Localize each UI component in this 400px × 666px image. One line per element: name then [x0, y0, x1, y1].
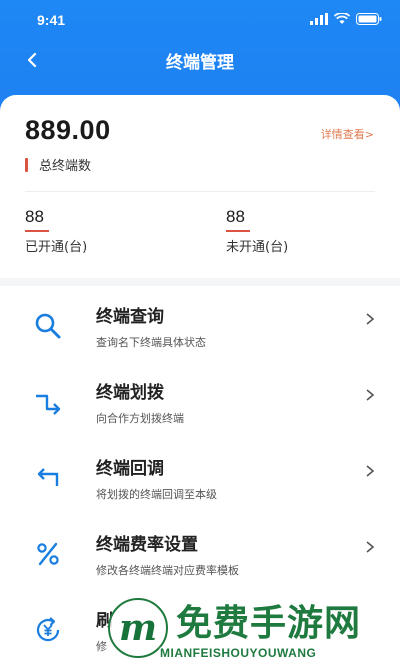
menu-item-rate-settings[interactable]: 终端费率设置 修改各终端终端对应费率模板 [0, 514, 400, 590]
status-icons [310, 13, 382, 25]
watermark-subtext: MIANFEISHOUYOUWANG [160, 646, 317, 660]
stat-activated: 88 已开通(台) [25, 207, 87, 255]
chevron-right-icon [366, 541, 375, 553]
menu-item-title: 终端费率设置 [96, 535, 198, 555]
menu-item-desc: 修 [96, 640, 107, 653]
signal-icon [310, 13, 328, 25]
return-icon [32, 462, 64, 494]
menu-item-terminal-return[interactable]: 终端回调 将划拨的终端回调至本级 [0, 438, 400, 514]
watermark-logo-letter: m [118, 607, 158, 649]
menu-item-desc: 查询名下终端具体状态 [96, 336, 206, 349]
stat-underline [226, 230, 250, 232]
menu-item-desc: 修改各终端终端对应费率模板 [96, 564, 239, 577]
stat-not-activated: 88 未开通(台) [226, 207, 288, 255]
battery-icon [356, 13, 382, 25]
status-time: 9:41 [37, 12, 66, 28]
status-bar: 9:41 [0, 0, 400, 40]
stat-activated-value: 88 [25, 207, 44, 226]
transfer-icon [32, 386, 64, 418]
menu-item-title: 终端回调 [96, 459, 164, 479]
divider [25, 191, 375, 192]
total-terminal-value: 889.00 [25, 115, 111, 145]
accent-bar [25, 157, 28, 172]
stat-not-activated-value: 88 [226, 207, 245, 226]
yuan-refresh-icon [32, 614, 64, 646]
chevron-right-icon [366, 465, 375, 477]
menu-item-terminal-transfer[interactable]: 终端划拨 向合作方划拨终端 [0, 362, 400, 438]
menu-item-desc: 向合作方划拨终端 [96, 412, 184, 425]
watermark: m 免费手游网 MIANFEISHOUYOUWANG [108, 592, 400, 666]
nav-bar: 终端管理 [0, 40, 400, 80]
chevron-right-icon [366, 389, 375, 401]
percent-icon [32, 538, 64, 570]
watermark-text: 免费手游网 [176, 603, 362, 644]
wifi-icon [334, 13, 350, 24]
page-title: 终端管理 [166, 53, 234, 73]
menu-item-title: 终端查询 [96, 307, 164, 327]
watermark-logo: m [108, 598, 168, 658]
chevron-right-icon [366, 313, 375, 325]
menu-item-title: 终端划拨 [96, 383, 164, 403]
total-label-row: 总终端数 [25, 155, 91, 174]
detail-link[interactable]: 详情查看> [321, 126, 374, 142]
menu-item-desc: 将划拨的终端回调至本级 [96, 488, 217, 501]
stat-not-activated-label: 未开通(台) [226, 240, 289, 255]
menu-item-terminal-query[interactable]: 终端查询 查询名下终端具体状态 [0, 286, 400, 362]
stat-underline [25, 230, 49, 232]
search-icon [32, 310, 64, 342]
total-terminal-label: 总终端数 [39, 159, 92, 174]
summary-card: 889.00 详情查看> 总终端数 88 已开通(台) 88 未开通(台) [0, 95, 400, 278]
stat-activated-label: 已开通(台) [25, 240, 88, 255]
